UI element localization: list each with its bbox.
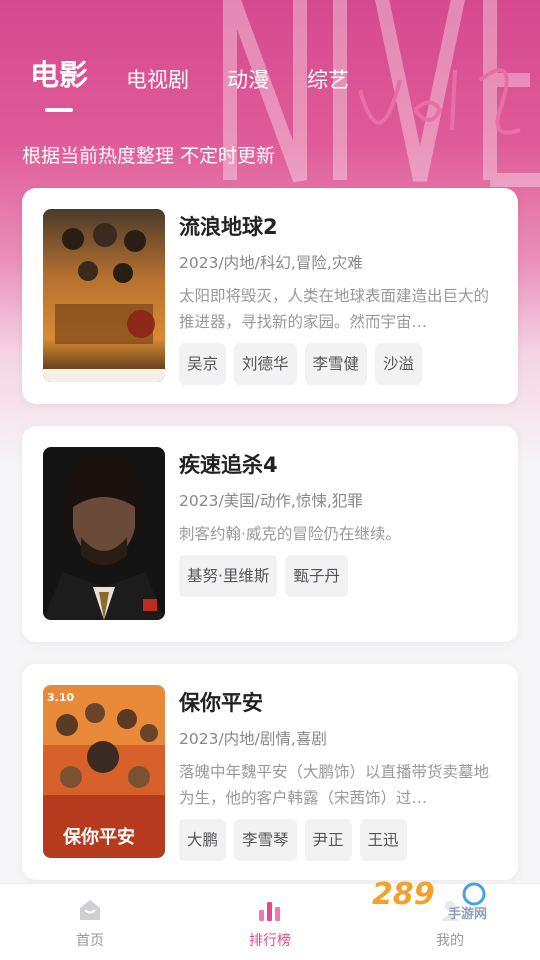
active-tab-indicator [45,108,73,112]
actor-tag[interactable]: 王迅 [359,819,407,861]
actor-tag[interactable]: 吴京 [179,343,227,385]
tab-movie[interactable]: 电影 [30,52,88,112]
tab-label: 动漫 [227,68,270,92]
movie-poster: 3.10 保你平安 [43,685,165,858]
actor-list: 基努·里维斯 甄子丹 [179,555,500,597]
movie-info: 保你平安 2023/内地/剧情,喜剧 落魄中年魏平安（大鹏饰）以直播带货卖墓地为… [179,688,500,861]
category-tabs: 电影 电视剧 动漫 综艺 [30,52,510,112]
movie-poster [43,447,165,620]
actor-tag[interactable]: 甄子丹 [285,555,348,597]
tab-label: 电影 [30,58,89,92]
actor-tag[interactable]: 大鹏 [179,819,227,861]
movie-info: 流浪地球2 2023/内地/科幻,冒险,灾难 太阳即将毁灭，人类在地球表面建造出… [179,212,500,385]
nav-home[interactable]: 首页 [0,884,180,960]
movie-meta: 2023/内地/剧情,喜剧 [179,730,327,748]
actor-tag[interactable]: 尹正 [304,819,352,861]
movie-title: 疾速追杀4 [179,453,278,477]
actor-tag[interactable]: 李雪健 [304,343,368,385]
ranking-subtitle: 根据当前热度整理 不定时更新 [22,145,276,167]
movie-poster [43,209,165,382]
nav-label: 我的 [436,933,464,949]
tab-tv-series[interactable]: 电视剧 [126,64,189,112]
nav-label: 首页 [76,933,104,949]
site-watermark: 289 手游网 [370,874,520,922]
nav-label: 排行榜 [249,933,291,949]
poster-date: 3.10 [47,691,74,704]
movie-card[interactable]: 流浪地球2 2023/内地/科幻,冒险,灾难 太阳即将毁灭，人类在地球表面建造出… [22,188,518,404]
tab-label: 综艺 [307,68,350,92]
movie-meta: 2023/美国/动作,惊悚,犯罪 [179,492,363,510]
movie-title: 流浪地球2 [179,215,278,239]
movie-title: 保你平安 [179,691,263,715]
ranking-icon [259,902,280,921]
movie-meta: 2023/内地/科幻,冒险,灾难 [179,254,363,272]
actor-list: 大鹏 李雪琴 尹正 王迅 [179,819,500,861]
watermark-brand: 289 [372,877,435,912]
movie-info: 疾速追杀4 2023/美国/动作,惊悚,犯罪 刺客约翰·威克的冒险仍在继续。 基… [179,450,500,597]
movie-description: 刺客约翰·威克的冒险仍在继续。 [179,525,401,543]
movie-description: 太阳即将毁灭，人类在地球表面建造出巨大的推进器，寻找新的家园。然而宇宙… [179,287,490,331]
poster-title: 保你平安 [62,826,135,848]
tab-anime[interactable]: 动漫 [227,64,269,112]
movie-description: 落魄中年魏平安（大鹏饰）以直播带货卖墓地为生，他的客户韩露（宋茜饰）过… [179,763,490,807]
actor-tag[interactable]: 刘德华 [234,343,297,385]
actor-list: 吴京 刘德华 李雪健 沙溢 [179,343,500,385]
actor-tag[interactable]: 沙溢 [375,343,423,385]
watermark-sub: 手游网 [448,906,487,922]
actor-tag[interactable]: 基努·里维斯 [179,555,278,597]
nav-ranking[interactable]: 排行榜 [180,884,360,960]
movie-card[interactable]: 疾速追杀4 2023/美国/动作,惊悚,犯罪 刺客约翰·威克的冒险仍在继续。 基… [22,426,518,642]
actor-tag[interactable]: 李雪琴 [234,819,297,861]
movie-card[interactable]: 3.10 保你平安 保你平安 2023/内地/剧情,喜剧 落魄中年魏平安（大鹏饰… [22,664,518,880]
tab-label: 电视剧 [126,68,190,92]
home-icon [80,900,100,920]
tab-variety[interactable]: 综艺 [307,64,349,112]
